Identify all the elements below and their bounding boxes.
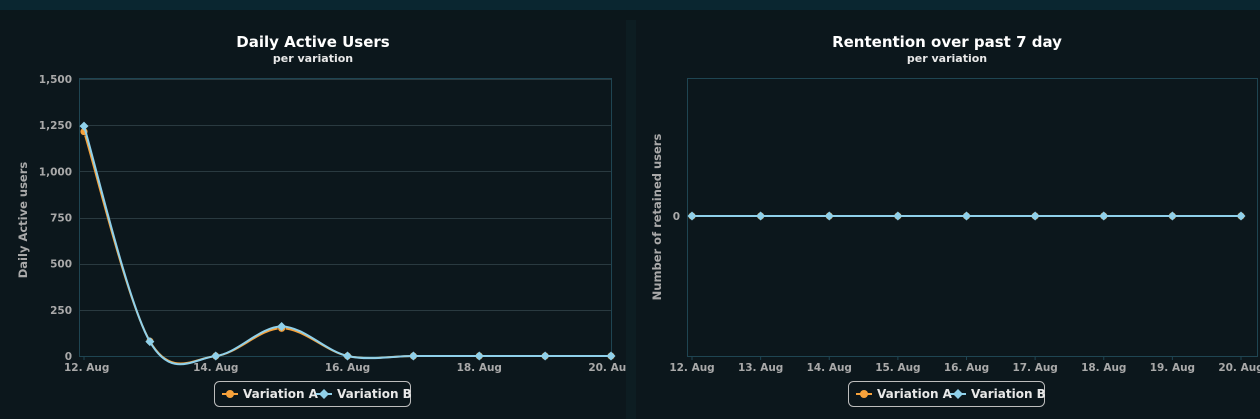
data-point-variation-b — [756, 211, 766, 221]
legend-marker-b — [319, 389, 329, 399]
data-point-variation-b — [408, 351, 418, 361]
data-point-variation-b — [343, 351, 352, 361]
x-tick-label: 16. Aug — [325, 362, 370, 374]
data-point-variation-b — [824, 211, 834, 221]
y-axis-ticks: 02505007501,0001,2501,500 — [39, 74, 72, 363]
legend: Variation A Variation B — [214, 381, 412, 407]
x-tick-label: 20. Aug — [588, 362, 626, 374]
legend-label-b: Variation B — [971, 387, 1046, 401]
data-point-variation-b — [687, 211, 697, 221]
legend-item-variation-a[interactable]: Variation A — [856, 387, 953, 401]
data-point-variation-b — [606, 351, 616, 361]
x-tick-label: 12. Aug — [669, 362, 714, 374]
legend-item-variation-a[interactable]: Variation A — [222, 387, 319, 401]
legend-marker-a — [860, 390, 868, 398]
x-tick-label: 15. Aug — [875, 362, 920, 374]
legend-item-variation-b[interactable]: Variation B — [316, 387, 412, 401]
series-line-variation-b — [83, 125, 611, 366]
data-point-variation-b — [540, 351, 550, 361]
x-tick-label: 13. Aug — [738, 362, 783, 374]
x-tick-label: 16. Aug — [944, 362, 989, 374]
x-tick-label: 20. Aug — [1218, 362, 1260, 374]
x-tick-label: 12. Aug — [64, 362, 109, 374]
data-point-variation-b — [1030, 211, 1040, 221]
data-point-variation-b — [962, 211, 971, 221]
plot-frame — [79, 78, 612, 357]
legend-marker-a — [226, 390, 234, 398]
dau-chart: Daily Active Users per variation Daily A… — [16, 33, 626, 407]
legend-label-b: Variation B — [337, 387, 412, 401]
series-layer — [687, 211, 1246, 221]
data-point-variation-b — [211, 351, 221, 361]
data-point-variation-b — [893, 211, 903, 221]
x-tick-label: 14. Aug — [807, 362, 852, 374]
panel-divider — [626, 20, 636, 419]
legend-item-variation-b[interactable]: Variation B — [950, 387, 1046, 401]
y-tick-label: 1,500 — [39, 74, 72, 86]
data-point-variation-b — [1167, 211, 1177, 221]
y-tick-label: 0 — [673, 211, 680, 223]
retention-chart: Rentention over past 7 day per variation… — [650, 33, 1260, 407]
series-layer — [79, 121, 616, 366]
x-tick-label: 18. Aug — [1081, 362, 1126, 374]
legend-label-a: Variation A — [877, 387, 953, 401]
chart-title: Daily Active Users — [236, 33, 390, 51]
y-axis-title: Daily Active users — [16, 162, 30, 279]
data-point-variation-b — [474, 351, 484, 361]
legend: Variation A Variation B — [848, 381, 1046, 407]
y-tick-label: 250 — [50, 305, 72, 317]
y-axis-ticks: 0 — [673, 211, 680, 223]
y-tick-label: 750 — [50, 213, 72, 225]
grid — [80, 79, 611, 311]
x-tick-label: 19. Aug — [1150, 362, 1195, 374]
y-tick-label: 1,000 — [39, 166, 72, 178]
x-tick-label: 18. Aug — [457, 362, 502, 374]
data-point-variation-b — [1099, 211, 1109, 221]
chart-subtitle: per variation — [907, 52, 987, 65]
retention-chart-panel: Rentention over past 7 day per variation… — [636, 20, 1260, 419]
series-line-variation-a — [83, 131, 611, 365]
series-variation-b — [79, 121, 616, 366]
series-variation-a — [79, 127, 616, 365]
x-tick-label: 14. Aug — [193, 362, 238, 374]
top-bar — [0, 0, 1260, 10]
x-axis-ticks: 12. Aug 13. Aug 14. Aug 15. Aug 16. Aug 17. A… — [669, 356, 1260, 374]
chart-subtitle: per variation — [273, 52, 353, 65]
y-axis-title: Number of retained users — [650, 134, 664, 301]
x-tick-label: 17. Aug — [1012, 362, 1057, 374]
y-tick-label: 500 — [50, 259, 72, 271]
series-variation-b — [687, 211, 1246, 221]
legend-marker-b — [953, 389, 963, 399]
chart-title: Rentention over past 7 day — [832, 33, 1062, 51]
y-tick-label: 1,250 — [39, 120, 72, 132]
dau-chart-panel: Daily Active Users per variation Daily A… — [0, 20, 626, 419]
data-point-variation-b — [1236, 211, 1246, 221]
legend-label-a: Variation A — [243, 387, 319, 401]
